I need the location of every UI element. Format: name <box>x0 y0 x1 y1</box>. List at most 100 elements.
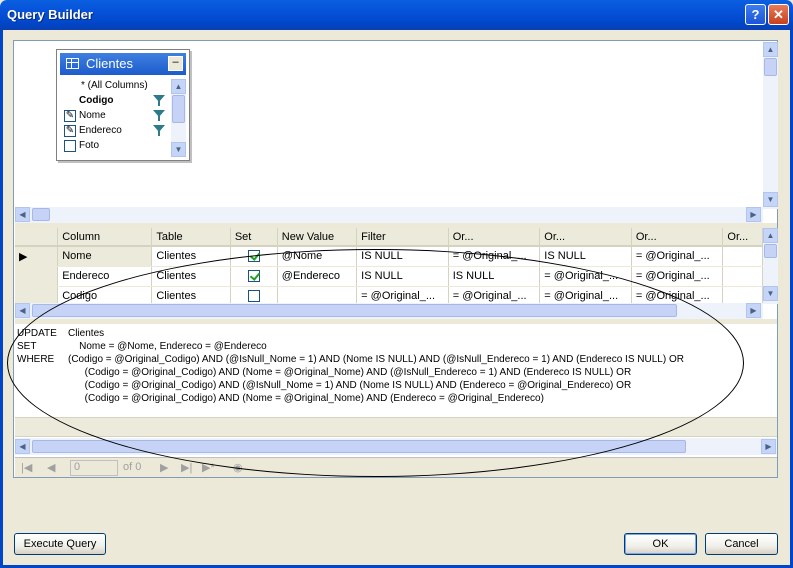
grid-cell-or3[interactable]: = @Original_... <box>631 286 724 304</box>
table-window-clientes[interactable]: Clientes – * (All Columns) Codigo ✎ Nome ✎ En… <box>56 49 190 161</box>
edit-pencil-icon[interactable]: ✎ <box>64 110 76 122</box>
next-record-icon[interactable]: ▶ <box>160 461 168 474</box>
diagram-vscrollbar[interactable]: ▲ ▼ <box>763 42 778 209</box>
scroll-up-icon[interactable]: ▲ <box>171 79 186 94</box>
help-button[interactable]: ? <box>745 4 766 25</box>
set-checkbox-cell[interactable] <box>230 266 278 287</box>
grid-column-header[interactable]: Or... <box>539 228 632 247</box>
stop-icon[interactable]: ◉ <box>233 461 243 474</box>
scroll-thumb[interactable] <box>32 440 686 453</box>
results-pane[interactable] <box>15 417 777 437</box>
grid-cell-or2[interactable]: = @Original_... <box>539 266 632 287</box>
sql-pane[interactable]: UPDATE Clientes SET Nome = @Nome, Endereco… <box>15 324 777 414</box>
column-item[interactable]: ✎ Endereco <box>61 124 169 139</box>
scroll-right-icon[interactable]: ▶ <box>746 303 761 318</box>
grid-cell-filter[interactable]: = @Original_... <box>356 286 449 304</box>
grid-column-header[interactable]: Set <box>230 228 278 247</box>
criteria-grid[interactable]: Column Table Set New Value Filter Or... Or... O… <box>15 228 763 304</box>
grid-cell-or1[interactable]: = @Original_... <box>448 246 541 267</box>
set-checkbox[interactable] <box>247 250 260 263</box>
scroll-thumb[interactable] <box>764 244 777 258</box>
grid-cell-new-value[interactable] <box>277 286 358 304</box>
results-hscrollbar[interactable]: ◀ ▶ <box>15 438 777 455</box>
column-item[interactable]: * (All Columns) <box>61 79 169 94</box>
grid-cell-table[interactable]: Clientes <box>151 266 231 287</box>
last-record-icon[interactable]: ▶| <box>181 461 192 474</box>
row-header[interactable]: ▶ <box>15 246 59 267</box>
set-checkbox-cell[interactable] <box>230 286 278 304</box>
grid-cell-table[interactable]: Clientes <box>151 246 231 267</box>
diagram-pane[interactable]: Clientes – * (All Columns) Codigo ✎ Nome ✎ En… <box>15 42 763 209</box>
minimize-table-button[interactable]: – <box>168 56 183 71</box>
grid-cell-column[interactable]: Nome <box>57 246 153 267</box>
grid-cell-or3[interactable]: = @Original_... <box>631 246 724 267</box>
grid-cell-empty[interactable] <box>722 286 763 304</box>
sql-text-line: Nome = @Nome, Endereco = @Endereco <box>68 341 267 352</box>
table-row[interactable]: ▶ Nome Clientes @Nome IS NULL = @Original_...… <box>15 246 763 267</box>
scroll-right-icon[interactable]: ▶ <box>761 439 776 454</box>
first-record-icon[interactable]: |◀ <box>21 461 32 474</box>
grid-column-header[interactable]: Table <box>151 228 231 247</box>
new-record-icon[interactable]: ▶* <box>202 461 215 474</box>
scroll-thumb[interactable] <box>32 208 50 221</box>
grid-column-header[interactable]: Filter <box>356 228 449 247</box>
grid-column-header[interactable]: Or... <box>448 228 541 247</box>
grid-cell-or2[interactable]: = @Original_... <box>539 286 632 304</box>
scroll-up-icon[interactable]: ▲ <box>763 42 778 57</box>
filter-icon <box>153 95 165 107</box>
row-header[interactable] <box>15 266 59 287</box>
grid-column-header[interactable]: Or... <box>722 228 763 247</box>
grid-cell-column[interactable]: Endereco <box>57 266 153 287</box>
sql-keyword: WHERE <box>17 354 55 365</box>
table-row[interactable]: Codigo Clientes = @Original_... = @Original… <box>15 286 763 304</box>
grid-column-header[interactable]: Column <box>57 228 153 247</box>
ok-button[interactable]: OK <box>624 533 697 555</box>
scroll-down-icon[interactable]: ▼ <box>171 142 186 157</box>
scroll-left-icon[interactable]: ◀ <box>15 303 30 318</box>
column-item[interactable]: ✎ Nome <box>61 109 169 124</box>
column-list-scrollbar[interactable]: ▲ ▼ <box>171 79 186 157</box>
grid-cell-filter[interactable]: IS NULL <box>356 266 449 287</box>
grid-hscrollbar[interactable]: ◀ ▶ <box>15 303 763 319</box>
close-button[interactable]: ✕ <box>768 4 789 25</box>
diagram-hscrollbar[interactable]: ◀ ▶ <box>15 207 763 223</box>
filter-icon <box>153 125 165 137</box>
scroll-left-icon[interactable]: ◀ <box>15 207 30 222</box>
column-item[interactable]: Foto <box>61 139 169 154</box>
grid-cell-or2[interactable]: IS NULL <box>539 246 632 267</box>
record-position-input[interactable]: 0 <box>70 460 118 476</box>
table-window-header[interactable]: Clientes – <box>60 53 186 75</box>
grid-cell-or1[interactable]: IS NULL <box>448 266 541 287</box>
grid-cell-column[interactable]: Codigo <box>57 286 153 304</box>
scroll-down-icon[interactable]: ▼ <box>763 286 778 301</box>
grid-cell-new-value[interactable]: @Nome <box>277 246 358 267</box>
row-header[interactable] <box>15 286 59 304</box>
cancel-button[interactable]: Cancel <box>705 533 778 555</box>
grid-cell-filter[interactable]: IS NULL <box>356 246 449 267</box>
set-checkbox[interactable] <box>247 290 260 303</box>
scroll-right-icon[interactable]: ▶ <box>746 207 761 222</box>
scroll-up-icon[interactable]: ▲ <box>763 228 778 243</box>
scroll-left-icon[interactable]: ◀ <box>15 439 30 454</box>
table-row[interactable]: Endereco Clientes @Endereco IS NULL IS NULL =… <box>15 266 763 287</box>
previous-record-icon[interactable]: ◀ <box>47 461 55 474</box>
grid-cell-new-value[interactable]: @Endereco <box>277 266 358 287</box>
column-checkbox[interactable] <box>64 140 76 152</box>
column-item[interactable]: Codigo <box>61 94 169 109</box>
grid-column-header[interactable]: New Value <box>277 228 358 247</box>
grid-column-header[interactable]: Or... <box>631 228 724 247</box>
edit-pencil-icon[interactable]: ✎ <box>64 125 76 137</box>
grid-cell-table[interactable]: Clientes <box>151 286 231 304</box>
grid-cell-empty[interactable] <box>722 246 763 267</box>
execute-query-button[interactable]: Execute Query <box>14 533 106 555</box>
scroll-thumb[interactable] <box>172 95 185 123</box>
scroll-thumb[interactable] <box>764 58 777 76</box>
scroll-thumb[interactable] <box>32 304 677 317</box>
grid-vscrollbar[interactable]: ▲ ▼ <box>763 228 778 304</box>
set-checkbox[interactable] <box>247 270 260 283</box>
set-checkbox-cell[interactable] <box>230 246 278 267</box>
grid-cell-or1[interactable]: = @Original_... <box>448 286 541 304</box>
scroll-down-icon[interactable]: ▼ <box>763 192 778 207</box>
grid-cell-or3[interactable]: = @Original_... <box>631 266 724 287</box>
grid-cell-empty[interactable] <box>722 266 763 287</box>
